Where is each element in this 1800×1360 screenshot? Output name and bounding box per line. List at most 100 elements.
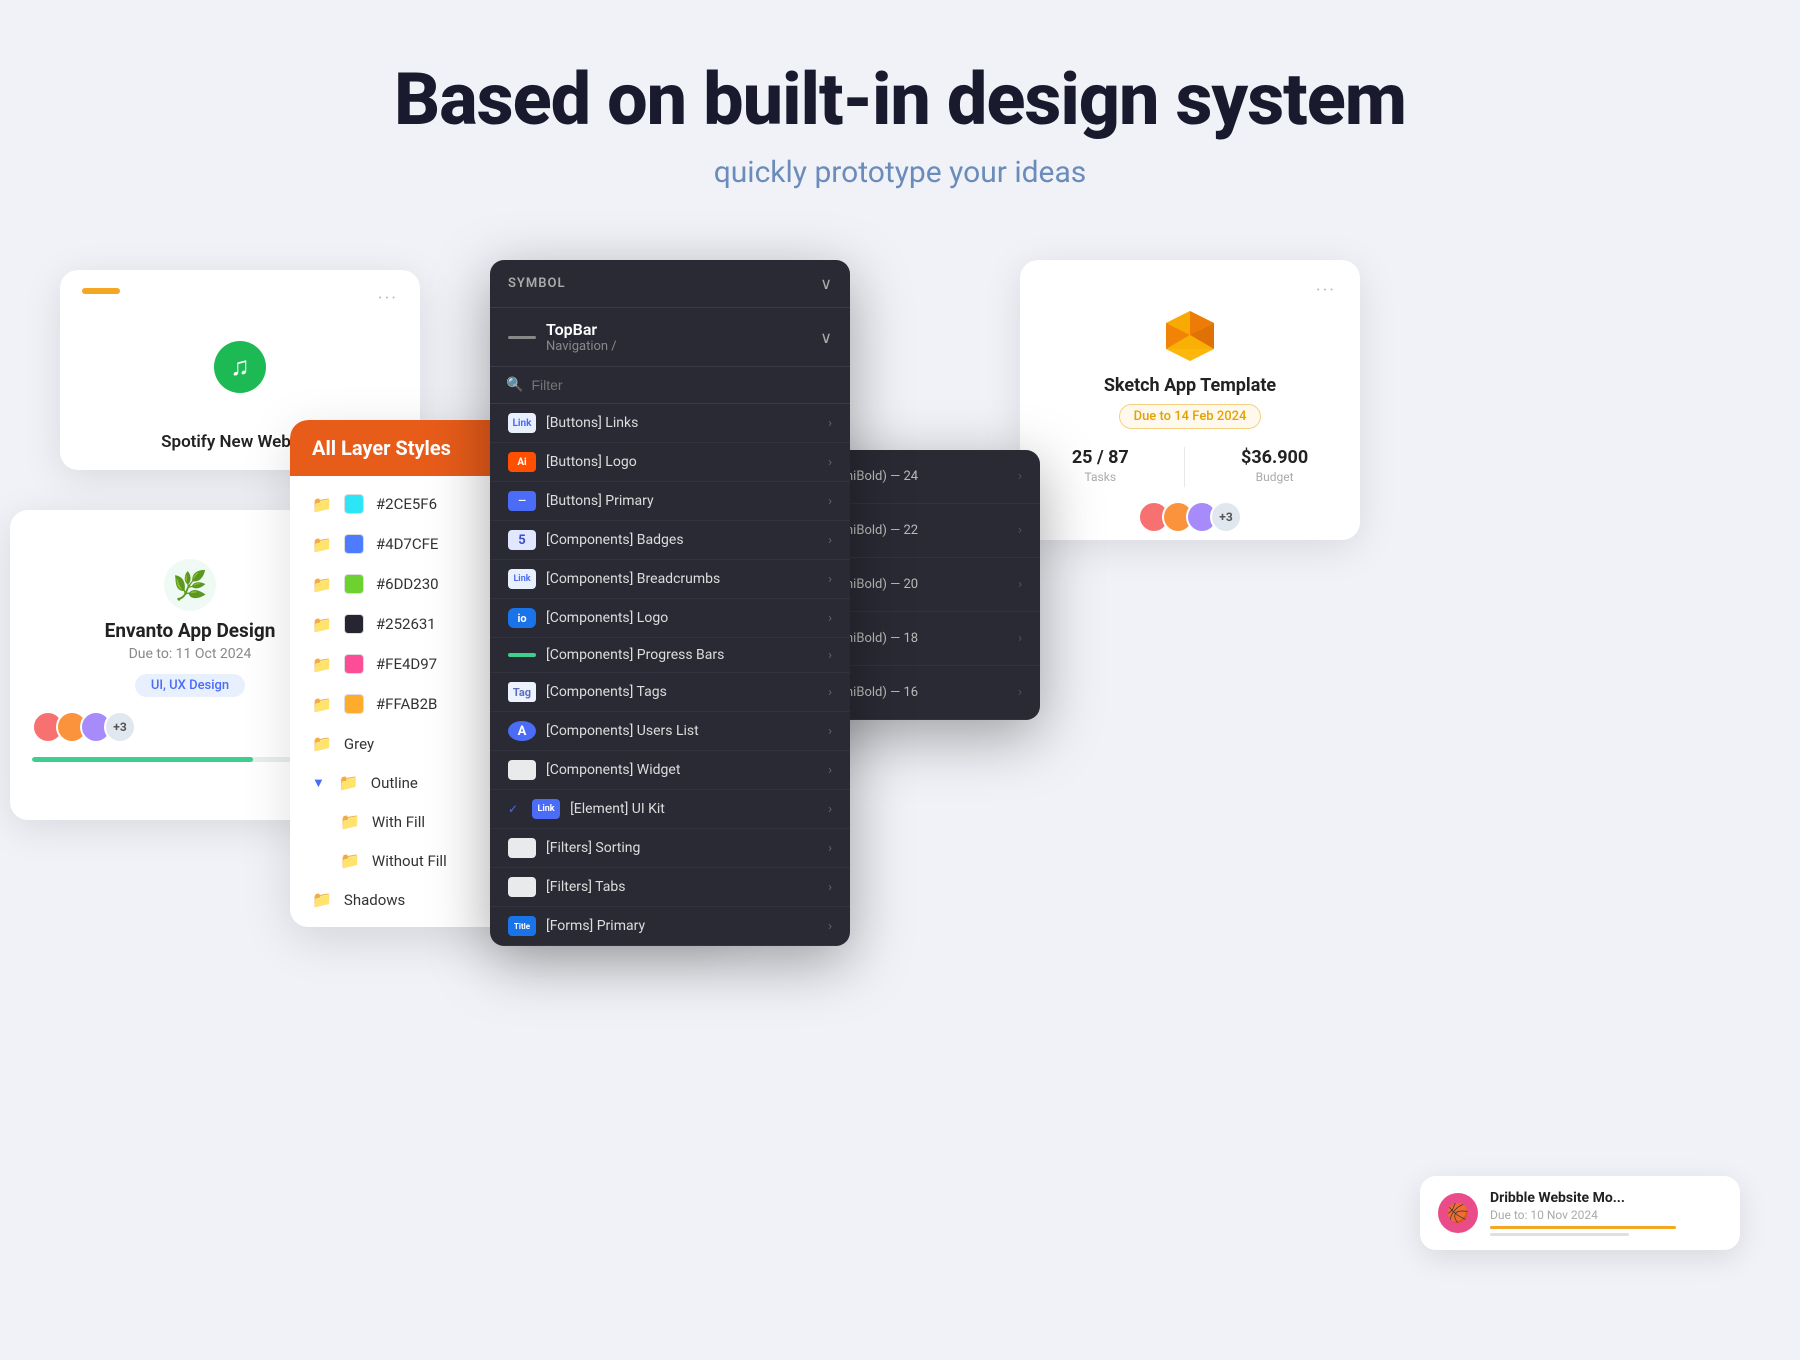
symbol-item[interactable]: Ai [Buttons] Logo › (490, 443, 850, 482)
envanto-tag: UI, UX Design (135, 674, 245, 697)
color-label: #252631 (376, 615, 436, 633)
topbar-name: TopBar (546, 320, 617, 339)
chevron-right-icon: › (828, 841, 832, 856)
color-swatch (344, 494, 364, 514)
chevron-down-icon: ▼ (312, 775, 325, 791)
stat-divider (1184, 447, 1185, 487)
symbol-item[interactable]: Link [Buttons] Links › (490, 404, 850, 443)
tasks-value: 25 / 87 (1072, 447, 1129, 468)
chevron-right-icon: › (828, 685, 832, 700)
chevron-right-icon: › (828, 494, 832, 509)
folder-icon: 📁 (340, 812, 360, 831)
sketch-due-pill: Due to 14 Feb 2024 (1119, 404, 1262, 429)
spotify-orange-bar (82, 288, 120, 294)
budget-value: $36.900 (1241, 447, 1308, 468)
symbol-item-label: [Forms] Primary (546, 918, 818, 934)
spotify-dots[interactable]: ··· (378, 288, 398, 309)
tasks-label: Tasks (1072, 470, 1129, 484)
dribble-title: Dribble Website Mo... (1490, 1190, 1722, 1206)
symbol-item[interactable]: [Components] Widget › (490, 751, 850, 790)
folder-icon: 📁 (312, 655, 332, 674)
chevron-right-icon: › (828, 802, 832, 817)
primary-icon: — (508, 491, 536, 511)
color-label: #4D7CFE (376, 535, 439, 553)
chevron-right-icon: › (828, 880, 832, 895)
dribble-notification: 🏀 Dribble Website Mo... Due to: 10 Nov 2… (1420, 1176, 1740, 1250)
chevron-right-icon: › (828, 648, 832, 663)
filter-input[interactable] (531, 377, 834, 393)
spotify-card-top: ··· (82, 288, 398, 309)
spotify-logo-icon: ♫ (214, 341, 266, 393)
symbol-item[interactable]: io [Components] Logo › (490, 599, 850, 638)
symbol-item-label: [Buttons] Primary (546, 493, 818, 509)
dribble-due: Due to: 10 Nov 2024 (1490, 1208, 1722, 1222)
symbol-item[interactable]: Title [Forms] Primary › (490, 907, 850, 946)
users-icon: A (508, 721, 536, 741)
with-fill-label: With Fill (372, 813, 425, 831)
tag-icon: Tag (508, 682, 536, 702)
symbol-item[interactable]: Tag [Components] Tags › (490, 673, 850, 712)
chevron-right-icon: › (828, 611, 832, 626)
symbol-item-label: [Filters] Sorting (546, 840, 818, 856)
budget-label: Budget (1241, 470, 1308, 484)
sketch-dots[interactable]: ··· (1044, 280, 1336, 301)
envanto-logo-icon: 🌿 (164, 559, 216, 611)
logo2-icon: io (508, 608, 536, 628)
color-swatch (344, 694, 364, 714)
chevron-right-icon: › (828, 455, 832, 470)
symbol-item-label: [Components] Badges (546, 532, 818, 548)
symbol-item[interactable]: Link [Components] Breadcrumbs › (490, 560, 850, 599)
symbol-item[interactable]: 5 [Components] Badges › (490, 521, 850, 560)
symbol-item[interactable]: [Filters] Sorting › (490, 829, 850, 868)
symbol-item-element[interactable]: ✓ Link [Element] UI Kit › (490, 790, 850, 829)
checkmark-icon: ✓ (508, 802, 518, 816)
folder-icon: 📁 (339, 773, 359, 792)
main-area: ··· ♫ Spotify New Website ··· 🌿 Envanto … (0, 230, 1800, 1330)
sketch-avatars: +3 (1044, 501, 1336, 533)
symbol-topbar: TopBar Navigation / ∨ (490, 308, 850, 367)
topbar-chevron-icon[interactable]: ∨ (820, 328, 832, 347)
symbol-panel: SYMBOL ∨ TopBar Navigation / ∨ 🔍 Link [B… (490, 260, 850, 946)
chevron-right-icon: › (1018, 577, 1022, 592)
dribble-icon: 🏀 (1438, 1193, 1478, 1233)
dribble-text: Dribble Website Mo... Due to: 10 Nov 202… (1490, 1190, 1722, 1236)
symbol-item-label: [Components] Breadcrumbs (546, 571, 818, 587)
symbol-item[interactable]: A [Components] Users List › (490, 712, 850, 751)
folder-icon: 📁 (312, 575, 332, 594)
chevron-right-icon: › (1018, 469, 1022, 484)
chevron-right-icon: › (828, 919, 832, 934)
dribble-bar-2 (1490, 1233, 1629, 1236)
topbar-line-icon (508, 336, 536, 339)
sketch-logo-icon (1161, 307, 1219, 365)
sketch-due-badge: Due to 14 Feb 2024 (1044, 404, 1336, 429)
element-icon: Link (532, 799, 560, 819)
folder-icon: 📁 (312, 734, 332, 753)
symbol-item-label: [Filters] Tabs (546, 879, 818, 895)
sketch-stats: 25 / 87 Tasks $36.900 Budget (1044, 447, 1336, 487)
color-swatch (344, 654, 364, 674)
sketch-budget: $36.900 Budget (1241, 447, 1308, 487)
symbol-item-label: [Components] Logo (546, 610, 818, 626)
symbol-item[interactable]: [Filters] Tabs › (490, 868, 850, 907)
sketch-logo-wrap (1044, 307, 1336, 365)
color-label: #2CE5F6 (376, 495, 437, 513)
chevron-right-icon: › (828, 533, 832, 548)
page-subtitle: quickly prototype your ideas (0, 155, 1800, 190)
symbol-label: SYMBOL (508, 276, 566, 291)
symbol-item-label: [Components] Progress Bars (546, 647, 818, 663)
sketch-card: ··· Sketch App Template Due to 14 Feb 20… (1020, 260, 1360, 540)
symbol-item[interactable]: — [Buttons] Primary › (490, 482, 850, 521)
color-label: #FE4D97 (376, 655, 437, 673)
logo-icon: Ai (508, 452, 536, 472)
folder-icon: 📁 (312, 695, 332, 714)
page-header: Based on built-in design system quickly … (0, 0, 1800, 230)
symbol-item[interactable]: [Components] Progress Bars › (490, 638, 850, 673)
progress-icon (508, 653, 536, 657)
symbol-item-label: [Components] Users List (546, 723, 818, 739)
symbol-chevron-icon[interactable]: ∨ (820, 274, 832, 293)
chevron-right-icon: › (1018, 523, 1022, 538)
folder-icon: 📁 (312, 615, 332, 634)
breadcrumb-icon: Link (508, 569, 536, 589)
grey-label: Grey (344, 735, 374, 753)
without-fill-label: Without Fill (372, 852, 447, 870)
